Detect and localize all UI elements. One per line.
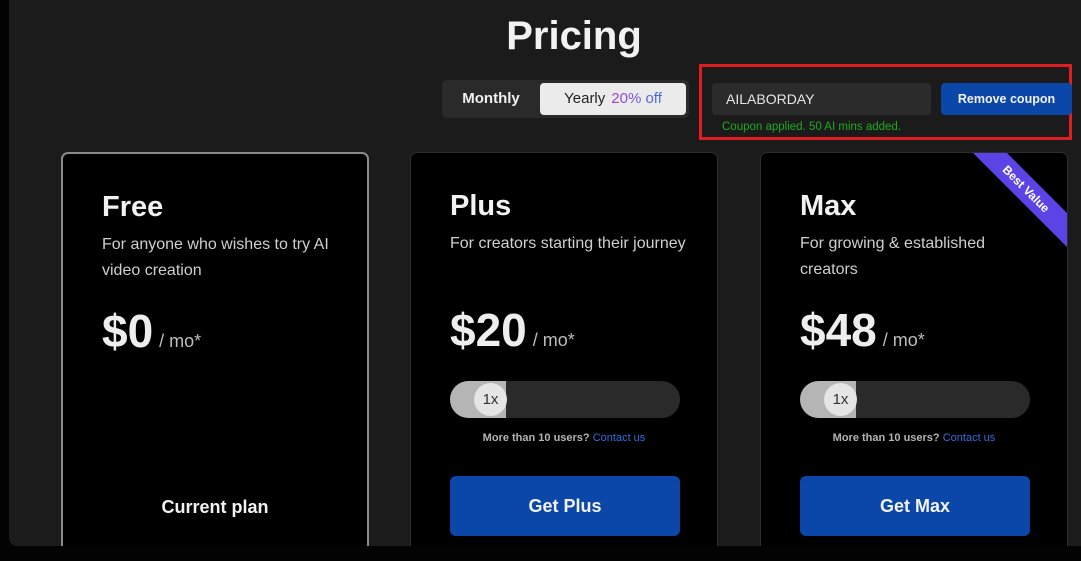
- pricing-panel: Pricing Monthly Yearly 20% off Remove cou…: [9, 0, 1081, 546]
- plan-card-plus: Plus For creators starting their journey…: [410, 152, 718, 546]
- contact-prompt: More than 10 users? Contact us: [761, 432, 1067, 444]
- plan-price: $20/ mo*: [450, 303, 575, 357]
- current-plan-label: Current plan: [161, 497, 269, 517]
- plan-description: For anyone who wishes to try AI video cr…: [102, 236, 329, 279]
- contact-us-link[interactable]: Contact us: [943, 432, 996, 444]
- get-plus-button[interactable]: Get Plus: [450, 476, 680, 536]
- yearly-option[interactable]: Yearly 20% off: [540, 83, 686, 115]
- plan-price: $48/ mo*: [800, 303, 925, 357]
- slider-knob[interactable]: 1x: [474, 383, 507, 416]
- get-max-button[interactable]: Get Max: [800, 476, 1030, 536]
- monthly-option[interactable]: Monthly: [442, 80, 540, 118]
- price-amount: $48: [800, 304, 877, 356]
- yearly-discount: 20% off: [611, 90, 662, 107]
- plan-card-free: Free For anyone who wishes to try AI vid…: [61, 152, 369, 546]
- price-period: / mo*: [532, 330, 575, 350]
- plan-description: For creators starting their journey: [450, 235, 686, 252]
- page-title: Pricing: [506, 14, 642, 58]
- coupon-status-message: Coupon applied. 50 AI mins added.: [722, 121, 902, 133]
- contact-us-link[interactable]: Contact us: [593, 432, 646, 444]
- user-multiplier-slider[interactable]: 1x: [450, 381, 680, 418]
- price-amount: $20: [450, 304, 527, 356]
- contact-prompt: More than 10 users? Contact us: [411, 432, 717, 444]
- yearly-label: Yearly: [564, 90, 606, 107]
- plan-card-max: Best Value Max For growing & established…: [760, 152, 1068, 546]
- plan-name: Max: [800, 190, 857, 222]
- billing-period-toggle: Monthly Yearly 20% off: [442, 80, 689, 118]
- coupon-section: Remove coupon Coupon applied. 50 AI mins…: [699, 64, 1072, 140]
- price-amount: $0: [102, 305, 154, 357]
- contact-prompt-text: More than 10 users?: [482, 432, 590, 444]
- user-multiplier-slider[interactable]: 1x: [800, 381, 1030, 418]
- plan-price: $0/ mo*: [102, 304, 201, 358]
- plan-name: Free: [102, 191, 164, 223]
- price-period: / mo*: [882, 330, 925, 350]
- slider-knob[interactable]: 1x: [824, 383, 857, 416]
- plan-description: For growing & established creators: [800, 235, 985, 278]
- plan-name: Plus: [450, 190, 512, 222]
- price-period: / mo*: [159, 331, 202, 351]
- coupon-input[interactable]: [712, 83, 931, 115]
- contact-prompt-text: More than 10 users?: [832, 432, 940, 444]
- remove-coupon-button[interactable]: Remove coupon: [941, 83, 1072, 115]
